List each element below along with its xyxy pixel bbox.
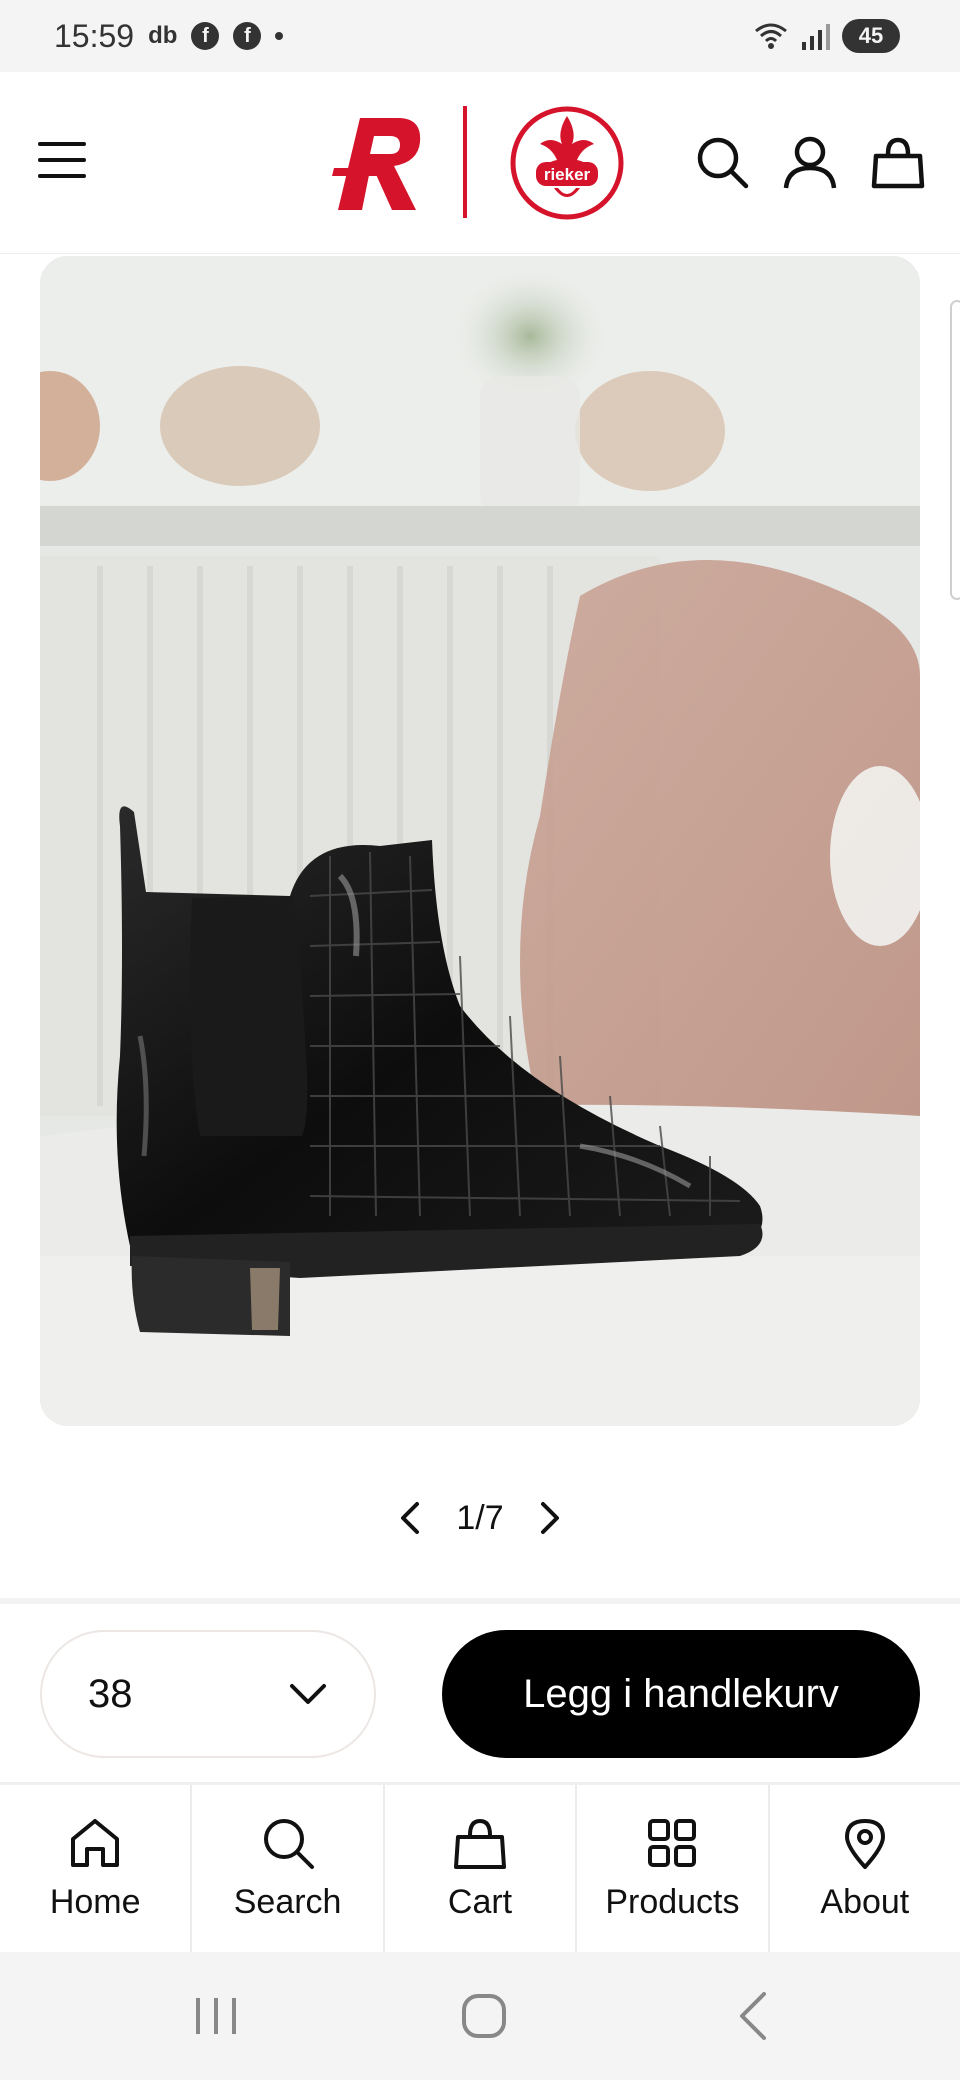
tab-about[interactable]: About xyxy=(770,1785,960,1952)
site-header: rieker xyxy=(0,72,960,254)
tab-search-label: Search xyxy=(233,1883,342,1921)
facebook-icon: f xyxy=(191,22,220,50)
cart-bag-icon[interactable] xyxy=(870,134,926,190)
product-image[interactable] xyxy=(40,256,920,1426)
product-photo xyxy=(40,256,920,1426)
grid-icon xyxy=(648,1819,697,1867)
size-select[interactable]: 38 xyxy=(40,1630,376,1758)
brand-logo-rieker[interactable]: rieker xyxy=(510,106,624,220)
menu-icon[interactable] xyxy=(38,142,86,182)
svg-text:rieker: rieker xyxy=(544,165,591,184)
status-left: 15:59 db f f xyxy=(54,17,284,55)
home-button-icon[interactable] xyxy=(454,1986,514,2046)
account-icon[interactable] xyxy=(782,134,838,190)
tab-products[interactable]: Products xyxy=(577,1785,770,1952)
status-bar: 15:59 db f f 45 xyxy=(0,0,960,72)
add-to-cart-button[interactable]: Legg i handlekurv xyxy=(442,1630,920,1758)
tab-about-label: About xyxy=(820,1883,910,1921)
section-separator xyxy=(0,1598,960,1604)
tab-cart-label: Cart xyxy=(447,1883,513,1921)
selected-size: 38 xyxy=(88,1671,133,1716)
chevron-right-icon xyxy=(540,1502,559,1534)
tab-search[interactable]: Search xyxy=(192,1785,385,1952)
location-pin-icon xyxy=(844,1819,885,1869)
system-nav-bar xyxy=(0,1952,960,2080)
tab-home-label: Home xyxy=(49,1883,141,1921)
previous-image-button[interactable] xyxy=(390,1498,430,1538)
status-right: 45 xyxy=(754,19,900,53)
signal-icon xyxy=(802,24,830,50)
more-notifications-dot xyxy=(275,32,284,40)
wifi-icon xyxy=(755,23,787,49)
tab-home[interactable]: Home xyxy=(0,1785,193,1952)
back-icon[interactable] xyxy=(724,1986,784,2046)
bottom-tab-nav: Home Search Cart Products About xyxy=(0,1785,960,1952)
battery-indicator: 45 xyxy=(842,19,900,53)
tab-cart[interactable]: Cart xyxy=(385,1785,578,1952)
brand-logo-r[interactable] xyxy=(330,112,426,212)
status-time: 15:59 xyxy=(54,17,135,54)
facebook-icon: f xyxy=(233,22,262,50)
image-pager: 1/7 xyxy=(390,1490,570,1546)
chevron-left-icon xyxy=(401,1502,419,1534)
db-app-icon: db xyxy=(148,22,178,49)
home-icon xyxy=(71,1819,120,1867)
recent-apps-icon[interactable] xyxy=(186,1986,246,2046)
next-image-button[interactable] xyxy=(530,1498,570,1538)
chevron-down-icon xyxy=(290,1684,326,1704)
search-icon xyxy=(263,1819,314,1869)
scroll-indicator[interactable] xyxy=(950,300,960,600)
logo-divider xyxy=(463,106,467,218)
tab-products-label: Products xyxy=(605,1883,740,1921)
image-counter: 1/7 xyxy=(456,1498,504,1537)
search-icon[interactable] xyxy=(694,134,750,190)
bag-icon xyxy=(454,1818,507,1869)
